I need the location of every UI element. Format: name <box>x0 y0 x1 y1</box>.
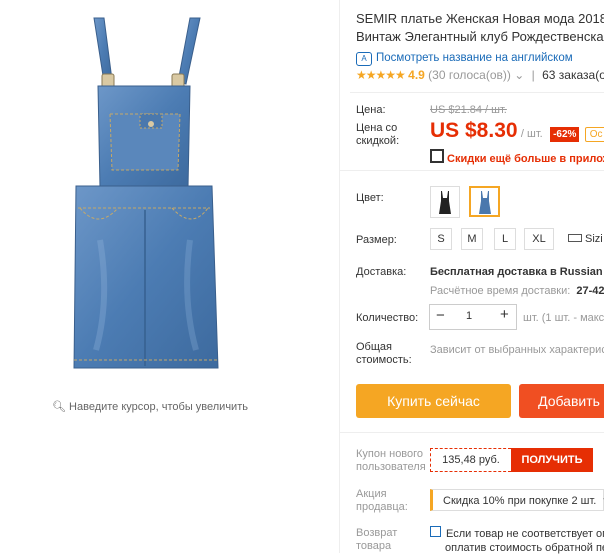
chevron-down-icon[interactable]: ⌄ <box>514 68 524 82</box>
divider <box>340 432 604 433</box>
price-label: Цена: <box>356 104 386 116</box>
votes-count[interactable]: (30 голоса(ов)) <box>428 68 511 82</box>
size-option-m[interactable]: M <box>461 228 483 250</box>
size-option-s[interactable]: S <box>430 228 452 250</box>
discount-price-label: Цена со скидкой: <box>356 122 400 147</box>
buy-now-button[interactable]: Купить сейчас <box>356 384 511 418</box>
divider <box>340 170 604 171</box>
increase-button[interactable]: + <box>500 306 509 323</box>
size-option-l[interactable]: L <box>494 228 516 250</box>
add-to-cart-button[interactable]: Добавить <box>519 384 604 418</box>
seller-promo-label: Акция продавца: <box>356 488 408 513</box>
translate-link[interactable]: A Посмотреть название на английском <box>356 52 573 66</box>
return-icon <box>430 526 441 537</box>
quantity-input[interactable]: 1 <box>466 310 472 322</box>
size-label: Размер: <box>356 234 397 246</box>
product-title: SEMIR платье Женская Новая мода 2018 Вин… <box>356 11 604 44</box>
orders-count: 63 заказа(ов) <box>542 68 604 82</box>
rating-value: 4.9 <box>408 68 425 82</box>
qr-code-icon <box>430 149 444 163</box>
get-coupon-button[interactable]: ПОЛУЧИТЬ <box>511 448 593 472</box>
total-label: Общая стоимость: <box>356 341 412 366</box>
divider <box>350 92 604 93</box>
size-chart-link[interactable]: Sizi <box>568 233 603 245</box>
translate-icon: A <box>356 52 372 66</box>
color-option-denim[interactable] <box>469 186 500 217</box>
delivery-value[interactable]: Бесплатная доставка в Russian Fe <box>430 266 604 278</box>
decrease-button[interactable]: − <box>436 307 445 324</box>
quantity-stepper: − 1 + <box>429 304 517 330</box>
quantity-label: Количество: <box>356 312 419 324</box>
rating-row: ★★★★★ 4.9 (30 голоса(ов)) ⌄ | 63 заказа(… <box>356 68 604 82</box>
zoom-hint: 🔍︎ Наведите курсор, чтобы увеличить <box>52 401 248 413</box>
extra-badge: Ос <box>584 127 604 142</box>
size-option-xl[interactable]: XL <box>524 228 554 250</box>
discount-badge: -62% <box>550 127 580 142</box>
return-label: Возврат товара <box>356 527 398 552</box>
discount-price: US $8.30 / шт. -62% Ос <box>430 119 604 143</box>
delivery-time: Расчётное время доставки: 27-42 , <box>430 285 604 297</box>
old-price: US $21.84 / шт. <box>430 104 507 116</box>
delivery-label: Доставка: <box>356 266 407 278</box>
rating-stars[interactable]: ★★★★★ <box>356 68 406 82</box>
quantity-note: шт. (1 шт. - макс <box>523 312 604 324</box>
color-label: Цвет: <box>356 192 384 204</box>
magnifier-icon: 🔍︎ <box>52 401 66 413</box>
product-gallery: 🔍︎ Наведите курсор, чтобы увеличить <box>0 0 340 553</box>
new-price: US $8.30 <box>430 119 518 142</box>
return-policy: Если товар не соответствует опи оплатив … <box>430 526 604 555</box>
price-unit: / шт. <box>520 128 543 140</box>
separator: | <box>531 68 535 82</box>
divider <box>339 0 340 553</box>
denim-dress-thumb <box>478 190 491 214</box>
coupon-label: Купон нового пользователя <box>356 448 426 473</box>
seller-promo-dropdown[interactable]: Скидка 10% при покупке 2 шт. ▾ <box>430 489 604 511</box>
total-value: Зависит от выбранных характерис <box>430 344 604 356</box>
black-dress-thumb <box>439 191 451 214</box>
coupon-value: 135,48 руб. <box>430 448 511 472</box>
color-option-black[interactable] <box>430 186 460 218</box>
ruler-icon <box>568 234 582 242</box>
app-promo[interactable]: Скидки ещё больше в приложен <box>430 149 604 165</box>
product-image[interactable] <box>0 0 340 390</box>
